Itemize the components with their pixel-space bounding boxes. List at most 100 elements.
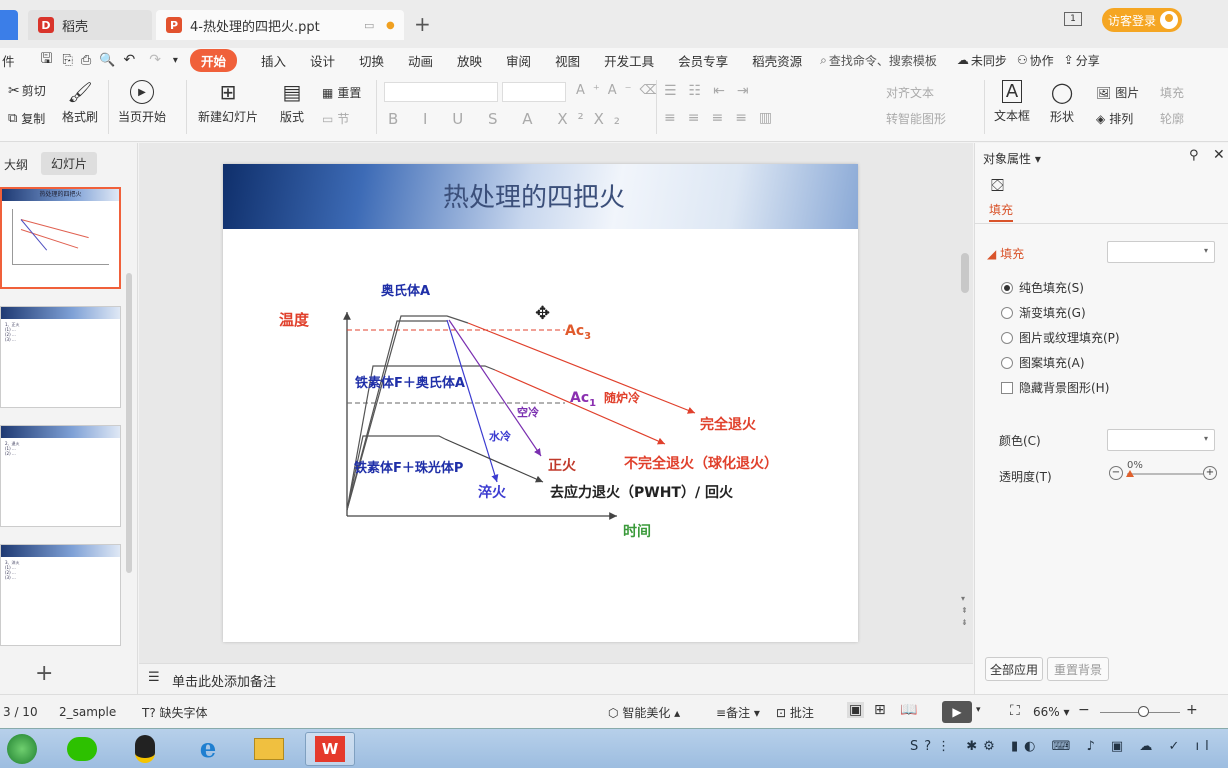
pane-title[interactable]: 对象属性 ▾: [983, 150, 1041, 167]
start-button[interactable]: [0, 732, 44, 766]
menu-review[interactable]: 审阅: [506, 51, 531, 70]
scroll-arrows[interactable]: ▾ ⇞ ⇟: [961, 593, 968, 629]
section-button[interactable]: ▭ 节: [322, 110, 349, 127]
notes-bar[interactable]: ☰ 单击此处添加备注: [139, 663, 973, 694]
new-tab-button[interactable]: +: [414, 12, 431, 36]
slideshow-play-button[interactable]: ▶: [942, 701, 972, 723]
file-menu[interactable]: 件: [2, 51, 15, 70]
slide-thumbnail[interactable]: 热处理的四把火: [0, 187, 121, 289]
tab-slides[interactable]: 幻灯片: [41, 152, 98, 175]
menu-developer[interactable]: 开发工具: [604, 51, 654, 70]
radio-pattern[interactable]: [1001, 357, 1013, 369]
option-pattern-fill[interactable]: 图案填充(A): [1001, 354, 1085, 371]
copy-button[interactable]: ⧉ 复制: [8, 110, 45, 127]
slide-thumbnail[interactable]: 3、淬火 (1) ... (2) ... (3) ...: [0, 544, 121, 646]
zoom-level[interactable]: 66% ▾: [1033, 705, 1070, 719]
radio-picture[interactable]: [1001, 332, 1013, 344]
radio-gradient[interactable]: [1001, 307, 1013, 319]
tab-document[interactable]: P 4-热处理的四把火.ppt ▭ ●: [156, 10, 404, 40]
fill-bucket-icon[interactable]: ⛋: [991, 176, 1004, 196]
font-format-icons[interactable]: B I U S A X²X₂: [388, 110, 630, 128]
hide-background-checkbox[interactable]: 隐藏背景图形(H): [1001, 379, 1109, 396]
undo-icon[interactable]: ↶: [123, 52, 135, 68]
layout-button[interactable]: ▤ 版式: [280, 80, 304, 125]
export-icon[interactable]: ⎘: [62, 53, 72, 68]
menu-member[interactable]: 会员专享: [678, 51, 728, 70]
system-tray-icons[interactable]: S?⋮ ✱⚙ ▮◐ ⌨ ♪ ▣ ☁ ✓ ıl: [910, 739, 1215, 754]
textbox-button[interactable]: A 文本框: [994, 80, 1030, 124]
sync-status[interactable]: 未同步: [971, 52, 1007, 69]
transparency-increase-button[interactable]: +: [1203, 466, 1217, 480]
menu-slideshow[interactable]: 放映: [457, 51, 482, 70]
menu-insert[interactable]: 插入: [261, 51, 286, 70]
notes-toggle-button[interactable]: ≡备注 ▾: [716, 704, 760, 721]
canvas-scrollbar[interactable]: [961, 253, 969, 293]
menu-animation[interactable]: 动画: [408, 51, 433, 70]
fill-type-select[interactable]: ▾: [1107, 241, 1215, 263]
slide-thumbnail[interactable]: 2、退火 (1) ... (2) ...: [0, 425, 121, 527]
slide-thumbnail[interactable]: 1、正火 (1) ... (2) ... (3) ...: [0, 306, 121, 408]
arrange-button[interactable]: ◈ 排列: [1096, 110, 1133, 127]
slide[interactable]: 热处理的四把火 奥氏体A 温度 Ac3 铁素体F＋奥氏体A Ac1 随炉冷 空冷…: [223, 164, 858, 642]
outline-button[interactable]: 轮廓: [1160, 110, 1184, 127]
menu-design[interactable]: 设计: [310, 51, 335, 70]
menu-view[interactable]: 视图: [555, 51, 580, 70]
paragraph-align-icons[interactable]: ≡≡≡≡▥: [664, 110, 784, 126]
format-painter-button[interactable]: 🖌 格式刷: [62, 80, 98, 125]
transparency-thumb[interactable]: [1126, 470, 1134, 477]
zoom-in-button[interactable]: +: [1186, 702, 1198, 718]
preview-icon[interactable]: 🔍: [99, 53, 115, 68]
fill-button[interactable]: 填充: [1160, 84, 1184, 101]
notes-placeholder[interactable]: 单击此处添加备注: [172, 671, 276, 690]
reset-button[interactable]: ▦ 重置: [322, 84, 361, 101]
tab-fill[interactable]: 填充: [989, 201, 1014, 222]
menu-docer-resources[interactable]: 稻壳资源: [752, 51, 802, 70]
option-gradient-fill[interactable]: 渐变填充(G): [1001, 304, 1086, 321]
shape-button[interactable]: ◯ 形状: [1050, 80, 1074, 125]
play-from-current-button[interactable]: ▶ 当页开始: [118, 80, 166, 125]
add-slide-button[interactable]: +: [35, 661, 53, 686]
taskbar-wechat[interactable]: [57, 732, 107, 766]
reading-view-icon[interactable]: 📖: [900, 702, 917, 718]
thumbnail-scrollbar[interactable]: [126, 273, 132, 573]
cut-button[interactable]: ✂ 剪切: [8, 82, 46, 99]
checkbox[interactable]: [1001, 382, 1013, 394]
option-picture-fill[interactable]: 图片或纹理填充(P): [1001, 329, 1120, 346]
page-count-icon[interactable]: 1: [1064, 12, 1082, 26]
new-slide-button[interactable]: ⊞ 新建幻灯片: [198, 80, 258, 125]
align-text-button[interactable]: 对齐文本: [886, 84, 934, 101]
tab-docer[interactable]: D 稻壳: [28, 10, 152, 40]
print-icon[interactable]: ⎙: [81, 53, 91, 68]
taskbar-wps[interactable]: W: [305, 732, 355, 766]
command-search-input[interactable]: 查找命令、搜索模板: [829, 52, 937, 69]
font-size-adjust-icons[interactable]: A⁺A⁻⌫: [576, 83, 666, 98]
taskbar-ie[interactable]: e: [183, 732, 233, 766]
save-icon[interactable]: 🖫: [41, 48, 53, 72]
reset-background-button[interactable]: 重置背景: [1047, 657, 1109, 681]
login-button[interactable]: 访客登录: [1102, 8, 1182, 32]
apply-all-button[interactable]: 全部应用: [985, 657, 1043, 681]
taskbar-explorer[interactable]: [244, 732, 294, 766]
redo-icon[interactable]: ↷: [149, 52, 161, 68]
tab-window-icon[interactable]: ▭: [364, 19, 374, 32]
fit-window-icon[interactable]: ⛶: [1010, 703, 1020, 719]
tab-outline[interactable]: 大纲: [4, 156, 28, 173]
transparency-slider[interactable]: [1127, 473, 1203, 475]
font-size-select[interactable]: [502, 82, 566, 102]
color-select[interactable]: ▾: [1107, 429, 1215, 451]
home-tab-stub[interactable]: [0, 10, 18, 40]
menu-transition[interactable]: 切换: [359, 51, 384, 70]
beautify-button[interactable]: ⬡ 智能美化 ▴: [608, 704, 680, 721]
comment-button[interactable]: ⊡ 批注: [776, 704, 814, 721]
zoom-slider-thumb[interactable]: [1138, 706, 1149, 717]
picture-button[interactable]: 🖼 图片: [1096, 84, 1139, 101]
share-button[interactable]: 分享: [1076, 52, 1100, 69]
paragraph-list-icons[interactable]: ☰☷⇤⇥: [664, 83, 761, 99]
fill-section-header[interactable]: ◢ 填充: [987, 245, 1024, 262]
option-solid-fill[interactable]: 纯色填充(S): [1001, 279, 1084, 296]
quick-access-more-icon[interactable]: ▾: [173, 55, 178, 66]
missing-font-button[interactable]: T? 缺失字体: [142, 704, 208, 721]
font-family-select[interactable]: [384, 82, 498, 102]
pin-icon[interactable]: ⚲: [1189, 148, 1199, 163]
radio-solid[interactable]: [1001, 282, 1013, 294]
